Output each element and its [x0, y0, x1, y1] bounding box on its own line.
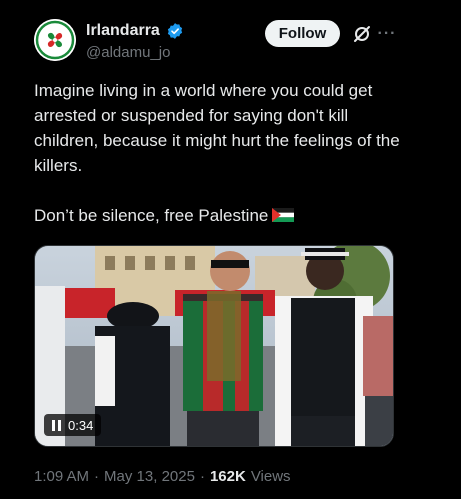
video-duration-badge[interactable]: 0:34	[44, 414, 102, 436]
verified-badge-icon[interactable]	[166, 22, 184, 40]
meta-separator: ·	[94, 468, 100, 485]
tweet-paragraph-1: Imagine living in a world where you coul…	[34, 81, 400, 175]
views-count[interactable]: 162K	[210, 468, 246, 485]
video-duration: 0:34	[68, 417, 94, 433]
views-label: Views	[250, 468, 291, 485]
palestine-flag-icon	[272, 204, 295, 222]
author-handle[interactable]: @aldamu_jo	[86, 44, 170, 61]
tweet-text: Imagine living in a world where you coul…	[34, 78, 414, 228]
follow-button[interactable]: Follow	[265, 20, 340, 47]
tweet-meta: 1:09 AM · May 13, 2025 · 162K Views	[34, 468, 291, 485]
meta-separator: ·	[199, 468, 205, 485]
tweet-time[interactable]: 1:09 AM	[34, 468, 89, 485]
tweet-date[interactable]: May 13, 2025	[104, 468, 195, 485]
tweet-video[interactable]: 0:34	[34, 245, 394, 447]
tweet-header: Irlandarra @aldamu_jo Follow ···	[0, 0, 461, 80]
lauburu-avatar-icon[interactable]	[34, 19, 76, 61]
pause-icon[interactable]	[52, 419, 61, 431]
grok-icon[interactable]	[352, 24, 372, 44]
tweet-paragraph-2-row: Don’t be silence, free Palestine	[34, 203, 414, 228]
tweet-paragraph-2: Don’t be silence, free Palestine	[34, 206, 269, 225]
author-name-row[interactable]: Irlandarra	[86, 22, 184, 40]
author-display-name[interactable]: Irlandarra	[86, 22, 160, 40]
more-icon[interactable]: ···	[377, 24, 397, 44]
